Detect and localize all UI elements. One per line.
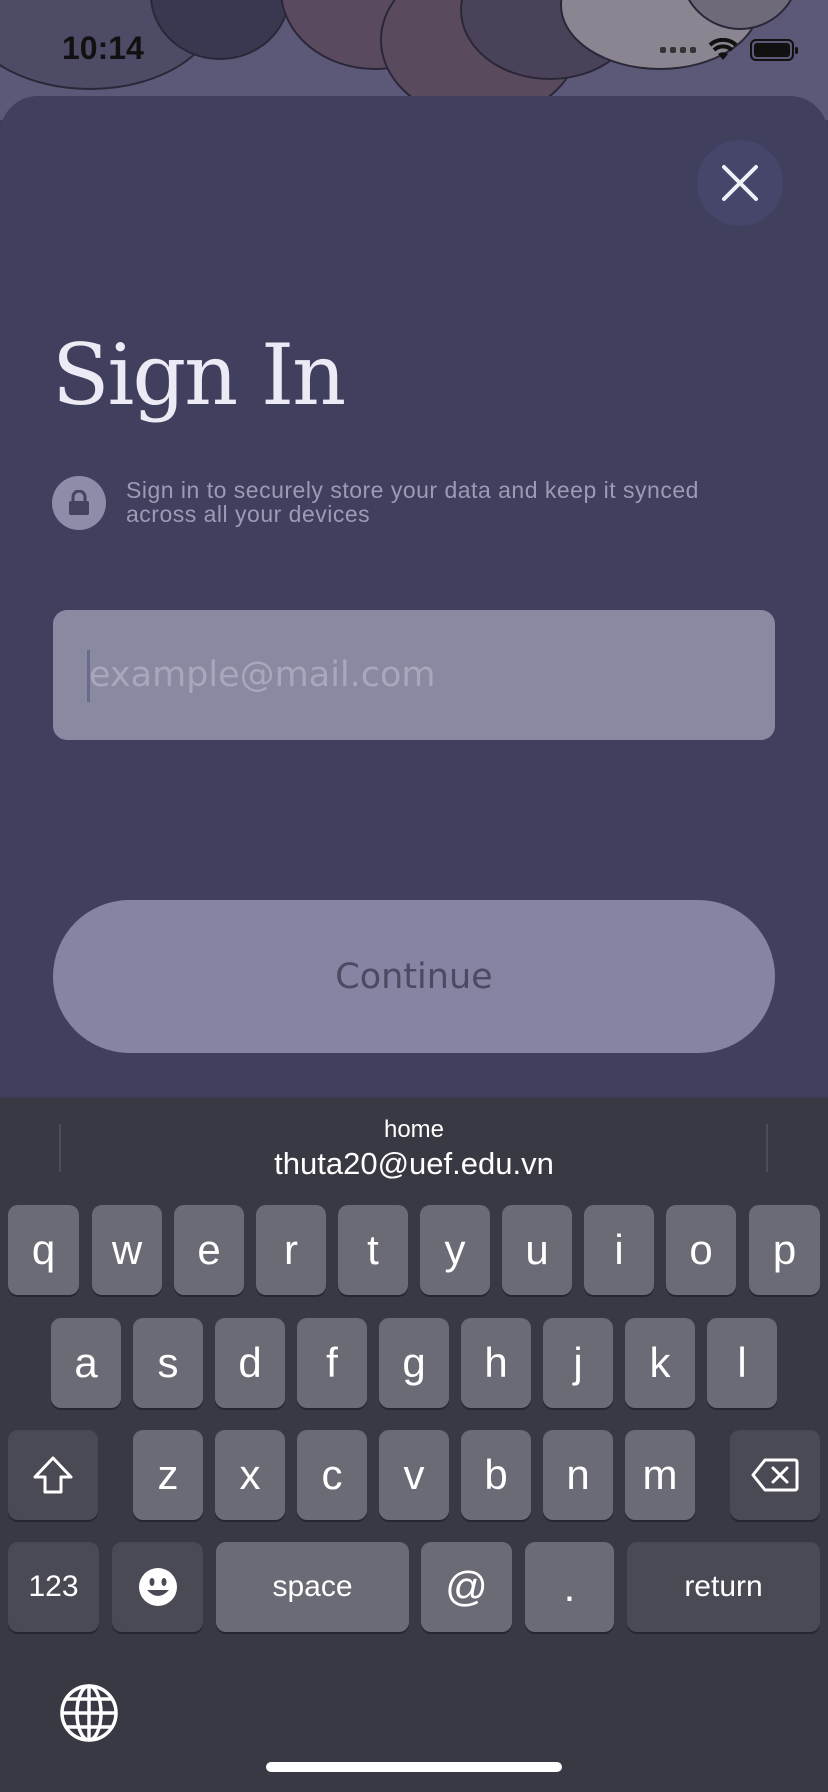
- key-k[interactable]: k: [625, 1318, 695, 1408]
- return-key[interactable]: return: [627, 1542, 820, 1632]
- dot-key[interactable]: .: [525, 1542, 614, 1632]
- emoji-key[interactable]: [112, 1542, 203, 1632]
- key-m[interactable]: m: [625, 1430, 695, 1520]
- home-indicator[interactable]: [266, 1762, 562, 1772]
- key-s[interactable]: s: [133, 1318, 203, 1408]
- key-u[interactable]: u: [502, 1205, 572, 1295]
- email-field-container: [53, 610, 775, 740]
- key-q[interactable]: q: [8, 1205, 79, 1295]
- key-b[interactable]: b: [461, 1430, 531, 1520]
- shift-key[interactable]: [8, 1430, 98, 1520]
- key-c[interactable]: c: [297, 1430, 367, 1520]
- email-field[interactable]: [53, 610, 775, 740]
- key-l[interactable]: l: [707, 1318, 777, 1408]
- key-i[interactable]: i: [584, 1205, 654, 1295]
- status-icons: [660, 38, 798, 62]
- text-caret: [87, 650, 90, 702]
- close-icon: [722, 165, 758, 201]
- key-f[interactable]: f: [297, 1318, 367, 1408]
- space-key[interactable]: space: [216, 1542, 409, 1632]
- key-g[interactable]: g: [379, 1318, 449, 1408]
- status-bar: 10:14: [0, 0, 828, 96]
- page-title: Sign In: [52, 326, 346, 424]
- shift-icon: [33, 1456, 73, 1494]
- key-t[interactable]: t: [338, 1205, 408, 1295]
- cellular-icon: [660, 47, 696, 53]
- suggestion-label: home: [383, 1116, 445, 1143]
- suggestion-bar: home thuta20@uef.edu.vn: [0, 1098, 828, 1194]
- numbers-key[interactable]: 123: [8, 1542, 99, 1632]
- key-a[interactable]: a: [51, 1318, 121, 1408]
- emoji-icon: [138, 1568, 177, 1606]
- wifi-icon: [708, 38, 738, 60]
- status-time: 10:14: [62, 30, 144, 66]
- security-notice: Sign in to securely store your data and …: [52, 476, 772, 530]
- backspace-icon: [751, 1458, 799, 1492]
- lock-badge: [52, 476, 106, 530]
- key-y[interactable]: y: [420, 1205, 490, 1295]
- close-button[interactable]: [697, 140, 783, 226]
- security-notice-text: Sign in to securely store your data and …: [126, 477, 699, 527]
- key-w[interactable]: w: [92, 1205, 162, 1295]
- battery-icon: [750, 39, 798, 61]
- key-p[interactable]: p: [749, 1205, 820, 1295]
- globe-key[interactable]: [58, 1682, 120, 1744]
- at-key[interactable]: @: [421, 1542, 512, 1632]
- key-e[interactable]: e: [174, 1205, 244, 1295]
- delete-key[interactable]: [730, 1430, 820, 1520]
- lock-icon: [69, 490, 89, 515]
- email-suggestion[interactable]: thuta20@uef.edu.vn: [0, 1146, 828, 1182]
- continue-button[interactable]: Continue: [53, 900, 775, 1053]
- key-z[interactable]: z: [133, 1430, 203, 1520]
- key-x[interactable]: x: [215, 1430, 285, 1520]
- key-j[interactable]: j: [543, 1318, 613, 1408]
- key-v[interactable]: v: [379, 1430, 449, 1520]
- key-n[interactable]: n: [543, 1430, 613, 1520]
- globe-icon: [60, 1684, 118, 1742]
- key-r[interactable]: r: [256, 1205, 326, 1295]
- key-d[interactable]: d: [215, 1318, 285, 1408]
- key-o[interactable]: o: [666, 1205, 736, 1295]
- key-h[interactable]: h: [461, 1318, 531, 1408]
